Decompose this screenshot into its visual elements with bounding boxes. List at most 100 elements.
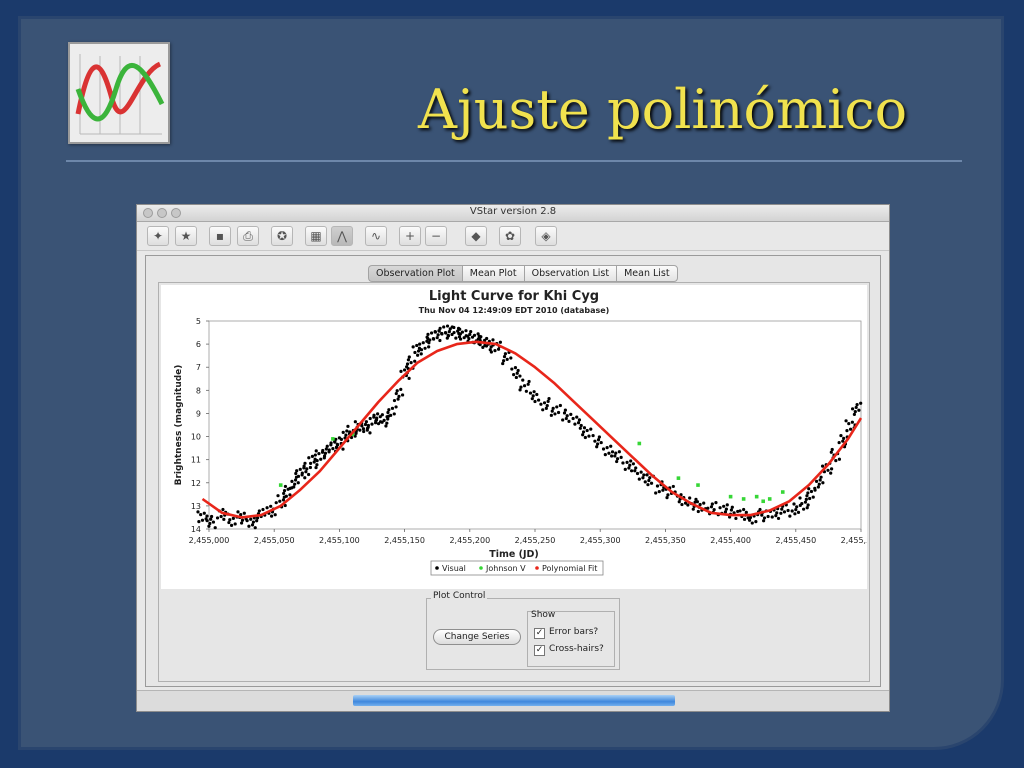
visual-point xyxy=(358,428,362,432)
visual-point xyxy=(200,518,205,522)
visual-point xyxy=(312,460,316,464)
info-icon[interactable]: ◈ xyxy=(535,226,557,246)
legend-marker xyxy=(435,566,439,570)
visual-point xyxy=(399,369,403,373)
visual-point xyxy=(530,397,534,401)
visual-point xyxy=(597,435,601,439)
window-title: VStar version 2.8 xyxy=(469,206,557,217)
visual-point xyxy=(454,336,458,340)
visual-point xyxy=(850,407,855,411)
visual-point xyxy=(314,449,318,453)
cross-hairs-checkbox[interactable]: ✓ Cross-hairs? xyxy=(534,643,614,657)
visual-point xyxy=(344,433,348,437)
visual-point xyxy=(503,352,508,356)
plot-control-group: Plot Control Change Series Show ✓ Error b… xyxy=(426,591,620,670)
plot-frame xyxy=(208,320,862,530)
visual-point xyxy=(437,329,441,333)
tab-observation-plot[interactable]: Observation Plot xyxy=(368,265,462,282)
tab-mean-list[interactable]: Mean List xyxy=(616,265,678,282)
obs-mode-icon[interactable]: ▦ xyxy=(305,226,327,246)
visual-point xyxy=(754,520,758,524)
light-curve-chart[interactable]: Light Curve for Khi Cyg Thu Nov 04 12:49:… xyxy=(161,285,881,589)
visual-point xyxy=(295,469,299,473)
visual-point xyxy=(744,510,748,514)
visual-point xyxy=(575,415,579,419)
show-group: Show ✓ Error bars? ✓ Cross-hairs? xyxy=(527,610,615,667)
visual-point xyxy=(269,514,274,518)
visual-point xyxy=(396,397,400,401)
visual-point xyxy=(770,515,774,519)
zoom-out-icon[interactable]: − xyxy=(425,226,447,246)
phase-plot-icon[interactable]: ∿ xyxy=(365,226,387,246)
visual-point xyxy=(521,378,525,382)
progress-bar xyxy=(353,695,675,706)
visual-point xyxy=(390,406,395,410)
visual-point xyxy=(544,406,548,410)
visual-point xyxy=(553,412,557,416)
visual-point xyxy=(595,445,599,449)
y-tick-label: 8 xyxy=(196,386,201,395)
print-icon[interactable]: ⎙ xyxy=(237,226,259,246)
visual-point xyxy=(403,368,407,372)
open-star-icon[interactable]: ★ xyxy=(175,226,197,246)
visual-point xyxy=(429,331,434,335)
visual-point xyxy=(458,327,462,331)
visual-point xyxy=(610,454,614,458)
visual-point xyxy=(288,486,292,490)
cross-hairs-label: Cross-hairs? xyxy=(549,644,604,654)
visual-point xyxy=(233,522,237,526)
visual-point xyxy=(758,507,762,512)
visual-point xyxy=(671,484,675,489)
visual-point xyxy=(666,493,670,497)
visual-point xyxy=(447,330,451,334)
visual-point xyxy=(848,427,853,431)
visual-point xyxy=(438,338,442,343)
error-bars-checkbox[interactable]: ✓ Error bars? xyxy=(534,626,614,640)
visual-point xyxy=(649,481,654,485)
visual-point xyxy=(392,398,397,403)
visual-point xyxy=(460,330,464,334)
y-tick-label: 14 xyxy=(191,525,201,534)
johnson-v-point xyxy=(741,497,746,501)
new-star-icon[interactable]: ✦ xyxy=(147,226,169,246)
visual-point xyxy=(247,524,251,528)
visual-point xyxy=(629,459,633,463)
visual-point xyxy=(601,447,606,451)
settings-icon[interactable]: ✪ xyxy=(271,226,293,246)
plugin-icon[interactable]: ✿ xyxy=(499,226,521,246)
johnson-v-point xyxy=(676,476,681,480)
plot-area: Light Curve for Khi Cyg Thu Nov 04 12:49:… xyxy=(161,285,881,589)
visual-point xyxy=(564,416,568,421)
johnson-v-point xyxy=(767,497,772,501)
visual-point xyxy=(798,496,802,500)
chart-title: Light Curve for Khi Cyg xyxy=(429,289,599,304)
filter-icon[interactable]: ◆ xyxy=(465,226,487,246)
visual-point xyxy=(556,410,561,415)
visual-point xyxy=(641,476,645,480)
visual-point xyxy=(688,496,692,500)
visual-point xyxy=(304,470,308,474)
visual-point xyxy=(587,434,591,438)
visual-point xyxy=(515,371,519,375)
visual-point xyxy=(413,350,417,355)
visual-point xyxy=(762,516,767,520)
visual-point xyxy=(415,343,419,348)
visual-point xyxy=(282,491,286,496)
visual-point xyxy=(418,342,422,346)
tab-observation-list[interactable]: Observation List xyxy=(523,265,617,282)
visual-point xyxy=(526,382,530,386)
visual-point xyxy=(477,334,481,338)
save-icon[interactable]: ▪ xyxy=(209,226,231,246)
tab-mean-plot[interactable]: Mean Plot xyxy=(461,265,524,282)
mean-mode-icon[interactable]: ⋀ xyxy=(331,226,353,246)
y-tick-label: 13 xyxy=(191,502,201,511)
vstar-window: VStar version 2.8 ✦ ★ ▪ ⎙ ✪ ▦ ⋀ ∿ + − ◆ … xyxy=(136,204,890,712)
visual-point xyxy=(654,491,658,495)
zoom-in-icon[interactable]: + xyxy=(399,226,421,246)
change-series-button[interactable]: Change Series xyxy=(433,629,521,645)
visual-point xyxy=(512,373,516,377)
visual-point xyxy=(319,457,323,461)
visual-point xyxy=(750,521,754,525)
visual-point xyxy=(596,438,601,442)
visual-point xyxy=(281,498,286,502)
